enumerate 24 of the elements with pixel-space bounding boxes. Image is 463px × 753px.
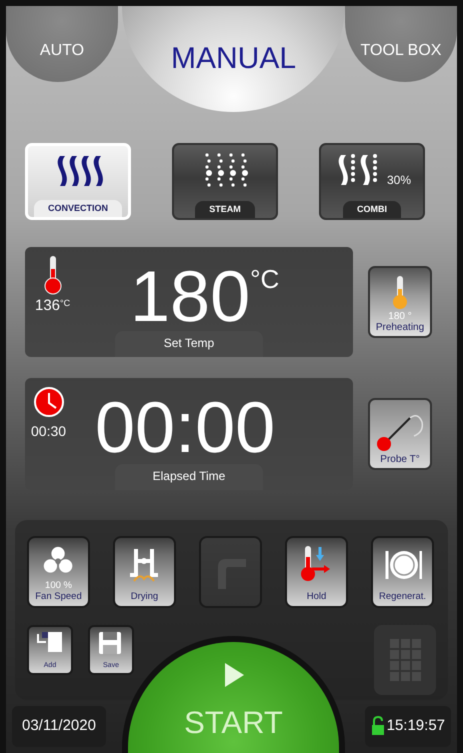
probe-button[interactable]: Probe T° [368, 398, 432, 470]
mode-tab[interactable]: MANUAL [122, 6, 345, 112]
play-icon [222, 662, 244, 688]
thermometer-icon [390, 275, 410, 311]
preheating-button[interactable]: 180 ° Preheating [368, 266, 432, 338]
function-button[interactable]: Hold [285, 536, 348, 608]
clock-icon [32, 386, 65, 418]
mode-percentage: 30% [386, 172, 412, 189]
panel-label: Elapsed Time [115, 464, 263, 490]
time-text: 15:19:57 [386, 716, 445, 736]
mode-tab[interactable]: TOOL BOX [345, 6, 457, 82]
panel-label: Set Temp [115, 331, 263, 357]
function-button[interactable]: 100 % Fan Speed [27, 536, 90, 608]
current-temperature: 136$^{°C}$ [35, 296, 70, 316]
cooking-mode-button[interactable]: CONVECTION [25, 143, 131, 220]
date-display: 03/11/2020 [12, 706, 106, 746]
function-button[interactable]: Drying [113, 536, 176, 608]
cooking-mode-button[interactable]: STEAM [172, 143, 278, 220]
mode-tab[interactable]: AUTO [6, 6, 118, 82]
timer-setting: 00:30 [31, 422, 66, 441]
thermometer-icon [42, 255, 63, 295]
cooking-mode-button[interactable]: 30% COMBI [319, 143, 425, 220]
function-button[interactable]: Regenerat. [371, 536, 434, 608]
elapsed-time[interactable]: 00:00 [95, 392, 276, 464]
